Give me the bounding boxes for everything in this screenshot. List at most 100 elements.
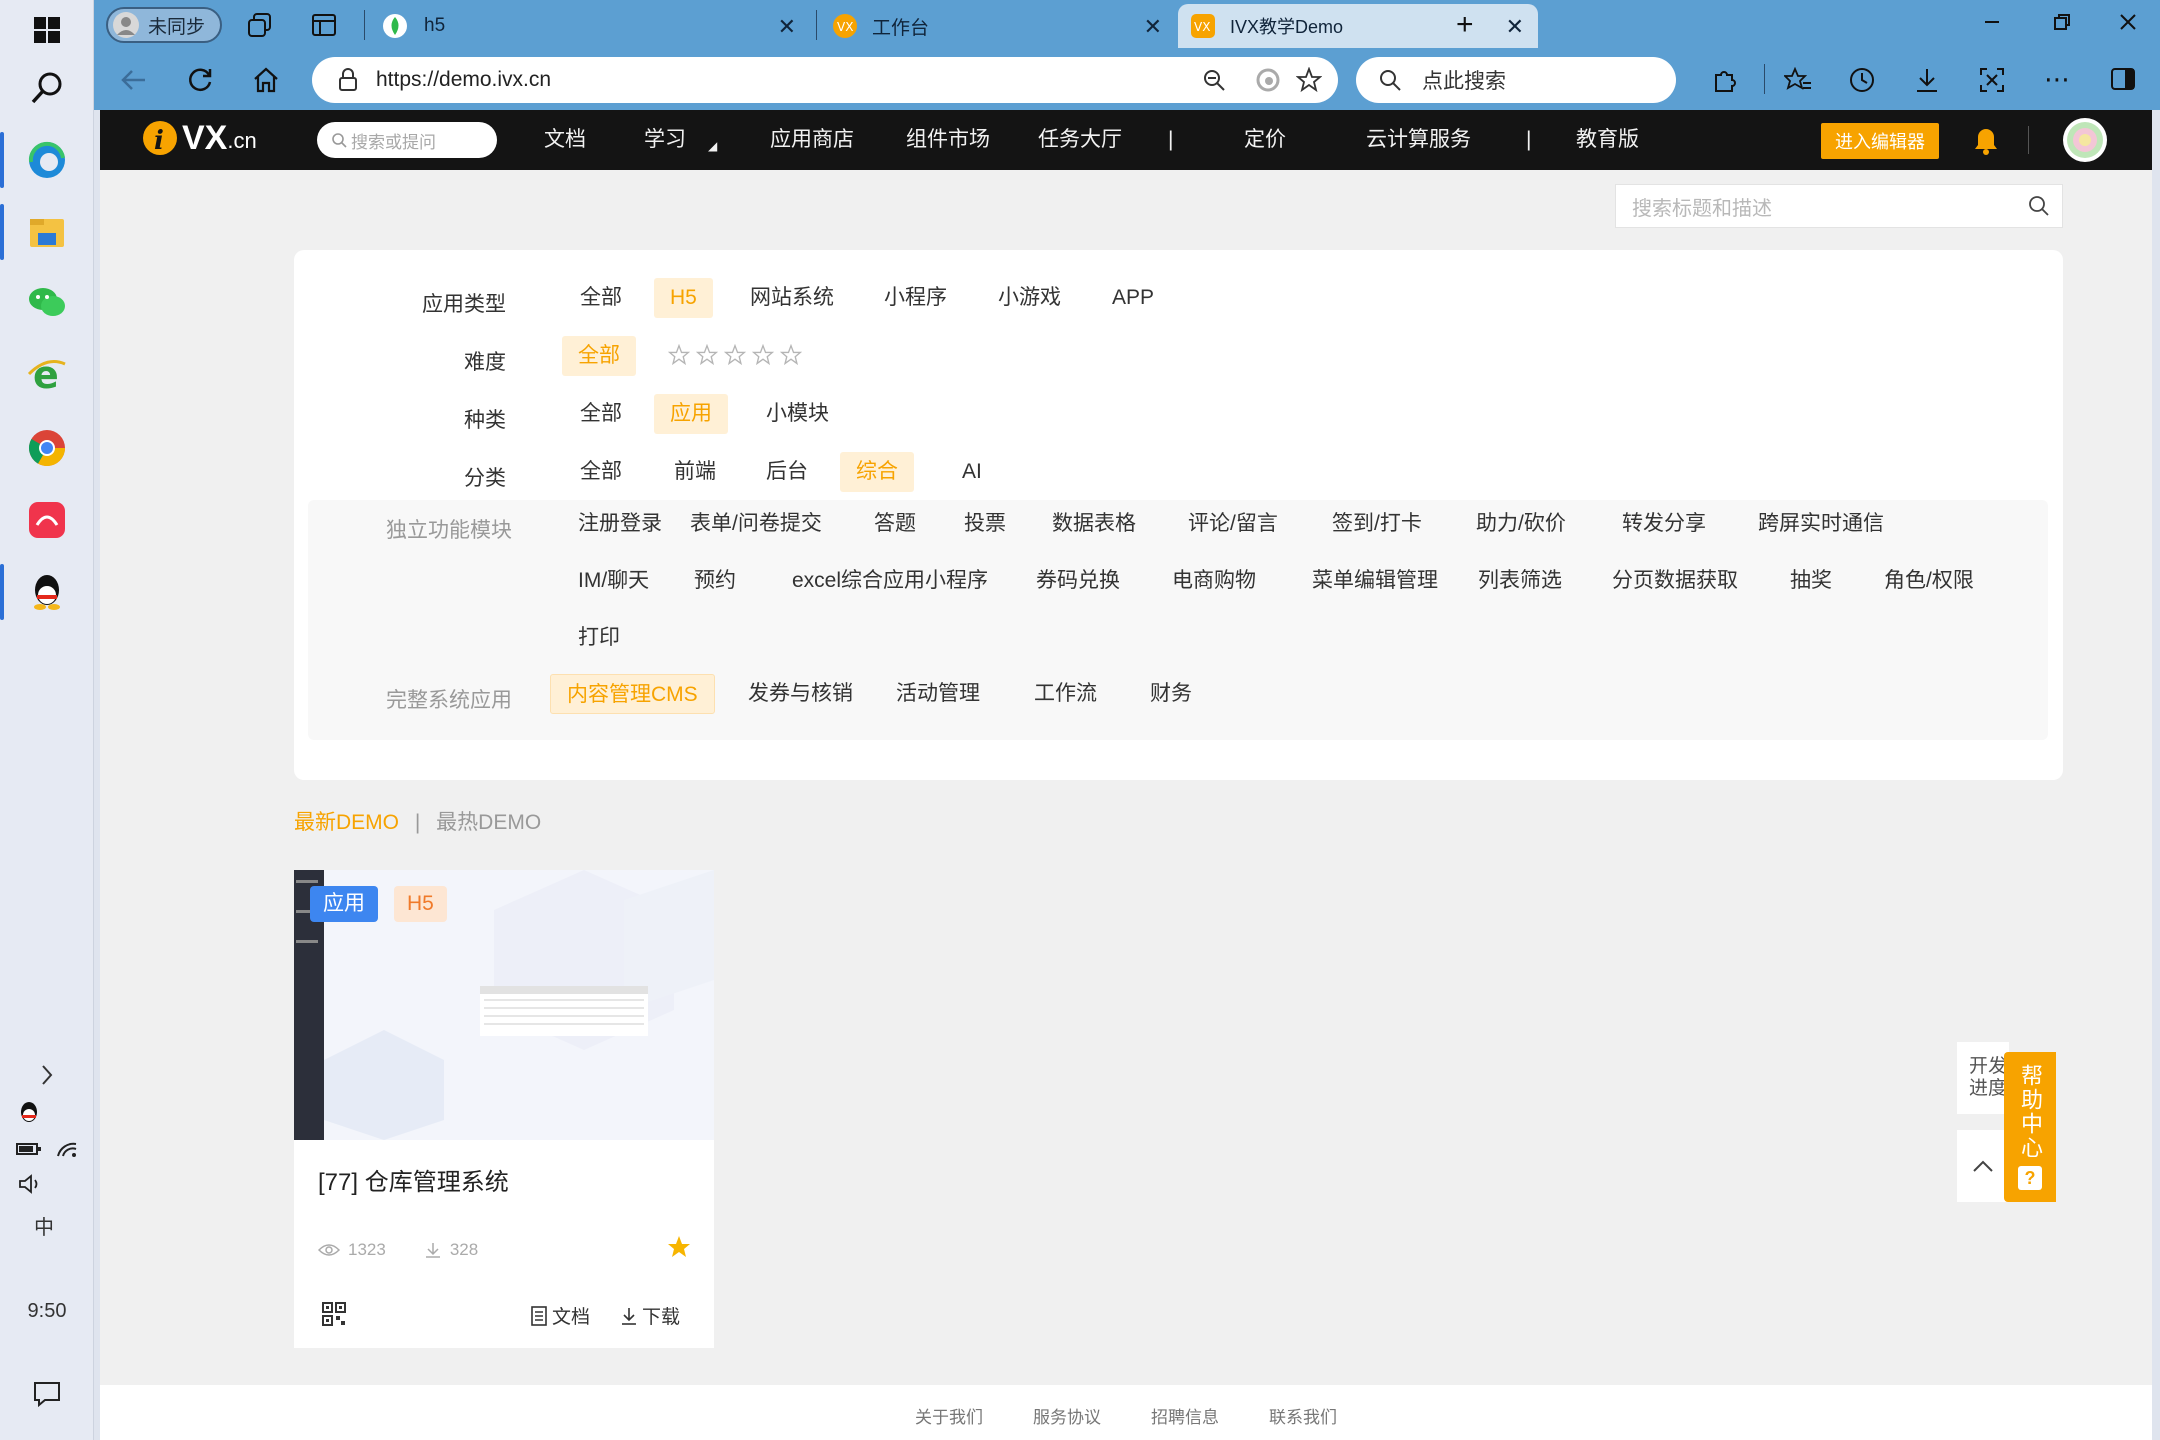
restore-icon[interactable] (2052, 12, 2072, 32)
difficulty-star-icon[interactable] (668, 344, 690, 366)
nav-docs[interactable]: 文档 (544, 110, 586, 170)
nav-component-market[interactable]: 组件市场 (906, 110, 990, 170)
tab-latest-demo[interactable]: 最新DEMO (294, 811, 399, 834)
module-option[interactable]: 数据表格 (1036, 504, 1152, 544)
demo-card[interactable]: 应用 H5 [77] 仓库管理系统 1323 328 文档 下载 (294, 870, 714, 1348)
download-button[interactable]: 下载 (620, 1302, 680, 1329)
module-option[interactable]: 菜单编辑管理 (1296, 561, 1454, 601)
ie-browser-icon[interactable]: e (23, 350, 71, 398)
qrcode-icon[interactable] (322, 1302, 346, 1326)
filter-difficulty-all[interactable]: 全部 (562, 336, 636, 376)
history-icon[interactable] (1848, 66, 1876, 94)
battery-icon[interactable] (16, 1141, 42, 1157)
downloads-icon[interactable] (1914, 66, 1940, 94)
filter-app-type-all[interactable]: 全部 (564, 278, 638, 318)
system-option[interactable]: 活动管理 (880, 674, 996, 714)
star-favorite-icon[interactable] (666, 1234, 692, 1260)
qq-icon[interactable] (23, 568, 71, 616)
filter-app-type-minigame[interactable]: 小游戏 (982, 278, 1077, 318)
ivx-logo[interactable]: i VX .cn (142, 120, 257, 156)
system-option-cms[interactable]: 内容管理CMS (550, 674, 715, 714)
minimize-icon[interactable] (1982, 12, 2002, 32)
filter-kind-all[interactable]: 全部 (564, 394, 638, 434)
file-explorer-icon[interactable] (23, 208, 71, 256)
nav-cloud[interactable]: 云计算服务 (1366, 110, 1471, 170)
difficulty-star-icon[interactable] (780, 344, 802, 366)
module-option[interactable]: 电商购物 (1156, 561, 1272, 601)
new-tab-icon[interactable]: + (1456, 10, 1474, 40)
window-close-icon[interactable] (2118, 12, 2138, 32)
collections-icon[interactable] (246, 11, 274, 39)
module-option[interactable]: 分页数据获取 (1596, 561, 1754, 601)
search-icon[interactable] (2028, 195, 2050, 217)
module-option[interactable]: 券码兑换 (1020, 561, 1136, 601)
difficulty-star-icon[interactable] (696, 344, 718, 366)
module-option[interactable]: 签到/打卡 (1316, 504, 1438, 544)
tab-ivx-demo[interactable]: VX IVX教学Demo ✕ (1178, 4, 1538, 48)
nav-search-input[interactable]: 搜索或提问 (317, 122, 497, 158)
edge-copilot-icon[interactable] (1256, 68, 1280, 92)
demo-title[interactable]: [77] 仓库管理系统 (318, 1162, 509, 1197)
module-option[interactable]: 评论/留言 (1172, 504, 1294, 544)
wechat-icon[interactable] (23, 278, 71, 326)
tab-h5[interactable]: h5 ✕ (370, 4, 810, 48)
notification-icon[interactable] (0, 1378, 94, 1410)
volume-icon[interactable] (0, 1170, 94, 1198)
module-option[interactable]: 答题 (858, 504, 932, 544)
nav-pricing[interactable]: 定价 (1244, 110, 1286, 170)
qq-tray-icon[interactable] (0, 1098, 94, 1128)
user-avatar[interactable] (2062, 117, 2108, 163)
zoom-icon[interactable] (1202, 68, 1226, 92)
edge-browser-icon[interactable] (23, 136, 71, 184)
extensions-icon[interactable] (1712, 67, 1738, 93)
module-option[interactable]: 列表筛选 (1462, 561, 1578, 601)
close-icon[interactable]: ✕ (778, 14, 796, 40)
screenshot-icon[interactable] (1978, 66, 2006, 94)
tab-hot-demo[interactable]: 最热DEMO (436, 811, 541, 834)
nav-app-store[interactable]: 应用商店 (770, 110, 854, 170)
dev-progress-button[interactable]: 开发进度 (1957, 1042, 2009, 1114)
help-center-button[interactable]: 帮助中心 ? (2004, 1052, 2056, 1202)
refresh-icon[interactable] (186, 66, 214, 94)
filter-app-type-app[interactable]: APP (1096, 278, 1170, 318)
filter-category-comprehensive[interactable]: 综合 (840, 452, 914, 492)
nav-learn[interactable]: 学习 (644, 110, 686, 170)
filter-app-type-miniprogram[interactable]: 小程序 (868, 278, 963, 318)
home-icon[interactable] (252, 66, 280, 94)
caret-down-icon[interactable]: ◢ (708, 116, 717, 176)
module-option[interactable]: 表单/问卷提交 (674, 504, 838, 544)
footer-link[interactable]: 关于我们 (915, 1403, 983, 1440)
tab-workbench[interactable]: VX 工作台 ✕ (820, 4, 1176, 48)
clock[interactable]: 9:50 (0, 1296, 94, 1326)
search-icon[interactable] (23, 64, 71, 112)
filter-category-all[interactable]: 全部 (564, 452, 638, 492)
module-option[interactable]: excel综合应用小程序 (776, 561, 1004, 601)
back-to-top-button[interactable] (1957, 1130, 2009, 1202)
close-icon[interactable]: ✕ (1506, 14, 1524, 40)
url-bar[interactable]: https://demo.ivx.cn (312, 57, 1338, 103)
back-icon[interactable] (120, 66, 148, 94)
module-option[interactable]: 注册登录 (562, 504, 678, 544)
demo-thumbnail[interactable]: 应用 H5 (294, 870, 714, 1140)
system-option[interactable]: 工作流 (1018, 674, 1113, 714)
filter-kind-app[interactable]: 应用 (654, 394, 728, 434)
ime-indicator[interactable]: 中 (0, 1210, 94, 1240)
doc-button[interactable]: 文档 (530, 1302, 590, 1329)
profile-button[interactable]: 未同步 (106, 7, 222, 43)
module-option[interactable]: 跨屏实时通信 (1742, 504, 1900, 544)
difficulty-star-icon[interactable] (752, 344, 774, 366)
app-icon[interactable] (23, 496, 71, 544)
footer-link[interactable]: 联系我们 (1269, 1403, 1337, 1440)
chevron-right-icon[interactable] (0, 1060, 94, 1090)
difficulty-star-icon[interactable] (724, 344, 746, 366)
filter-category-backend[interactable]: 后台 (750, 452, 824, 492)
module-option[interactable]: IM/聊天 (562, 561, 665, 601)
browser-search-input[interactable]: 点此搜索 (1356, 57, 1676, 103)
nav-task-hall[interactable]: 任务大厅 (1038, 110, 1122, 170)
wifi-icon[interactable] (56, 1140, 78, 1158)
footer-link[interactable]: 服务协议 (1033, 1403, 1101, 1440)
module-option[interactable]: 投票 (948, 504, 1022, 544)
title-description-search-input[interactable]: 搜索标题和描述 (1615, 184, 2063, 228)
module-option[interactable]: 角色/权限 (1868, 561, 1990, 601)
module-option[interactable]: 打印 (562, 618, 636, 658)
